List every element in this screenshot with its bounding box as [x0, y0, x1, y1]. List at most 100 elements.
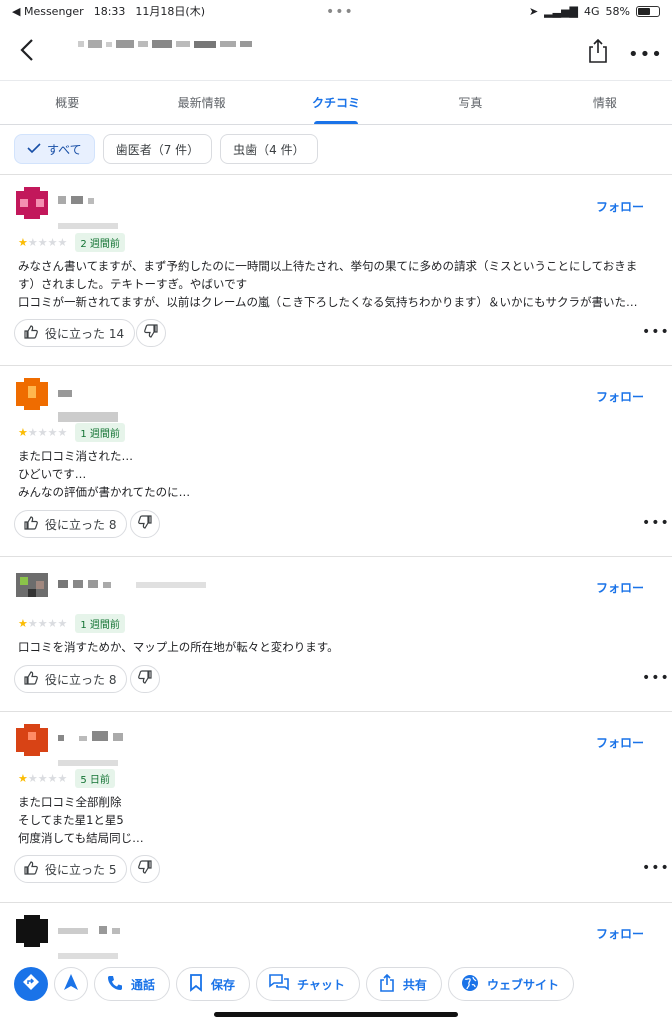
multitask-dots[interactable]: ••• — [326, 4, 354, 20]
status-date: 11月18日(木) — [135, 5, 205, 18]
review-text-line: す）されました。テキトーすぎ。やばいです — [18, 277, 248, 291]
share-button[interactable]: 共有 — [365, 967, 442, 1001]
filter-chips: すべて 歯医者（7 件） 虫歯（4 件） — [14, 134, 318, 164]
review-more-icon[interactable]: ••• — [642, 670, 670, 686]
bookmark-icon — [189, 973, 203, 995]
battery-percent: 58% — [605, 4, 630, 18]
review-date: 1 週間前 — [75, 614, 125, 633]
tab-bar: 概要 最新情報 クチコミ 写真 情報 — [0, 80, 672, 125]
tab-updates[interactable]: 最新情報 — [134, 81, 268, 124]
reviewer-avatar[interactable] — [16, 187, 48, 219]
follow-button[interactable]: フォロー — [596, 734, 644, 751]
review-date: 2 週間前 — [75, 233, 125, 252]
thumbs-down-button[interactable] — [130, 665, 160, 693]
navigation-arrow-icon — [63, 973, 79, 995]
review-card: フォロー ★★★★★ 2 週間前 みなさん書いてますが、まず予約したのに一時間以… — [0, 175, 672, 365]
thumbs-up-icon — [23, 860, 39, 879]
review-text-line: また口コミ消された… — [18, 449, 133, 463]
thumbs-down-button[interactable] — [130, 855, 160, 883]
navigate-button[interactable] — [54, 967, 88, 1001]
more-options-icon[interactable]: ••• — [628, 44, 663, 65]
tab-info[interactable]: 情報 — [538, 81, 672, 124]
network-label: 4G — [584, 4, 600, 18]
helpful-button[interactable]: 役に立った 14 — [14, 319, 136, 347]
helpful-count: 役に立った 8 — [45, 517, 117, 532]
check-icon — [27, 142, 41, 157]
helpful-count: 役に立った 8 — [45, 672, 117, 687]
place-title-redacted — [78, 40, 252, 48]
helpful-count: 役に立った 14 — [45, 326, 125, 341]
reviewer-name-redacted — [58, 189, 118, 233]
review-card: フォロー — [0, 903, 672, 959]
review-rating: ★★★★★ 1 週間前 — [18, 614, 125, 633]
chat-button[interactable]: チャット — [256, 967, 360, 1001]
call-button[interactable]: 通話 — [94, 967, 171, 1001]
review-rating: ★★★★★ 2 週間前 — [18, 233, 125, 252]
tab-photos[interactable]: 写真 — [403, 81, 537, 124]
directions-button[interactable] — [14, 967, 48, 1001]
thumbs-down-button[interactable] — [136, 319, 166, 347]
tab-overview[interactable]: 概要 — [0, 81, 134, 124]
reviewer-name-redacted — [58, 919, 121, 959]
follow-button[interactable]: フォロー — [596, 925, 644, 942]
globe-icon — [461, 974, 479, 995]
filter-chip-label: すべて — [47, 142, 82, 157]
location-icon: ➤ — [528, 4, 539, 18]
thumbs-down-icon — [137, 669, 153, 689]
review-card: フォロー ★★★★★ 1 週間前 口コミを消すためか、マップ上の所在地が転々と変… — [0, 557, 672, 711]
review-text-line: 口コミを消すためか、マップ上の所在地が転々と変わります。 — [18, 640, 339, 654]
review-more-icon[interactable]: ••• — [642, 860, 670, 876]
reviewer-avatar[interactable] — [16, 569, 48, 601]
thumbs-down-icon — [137, 514, 153, 534]
review-card: フォロー ★★★★★ 1 週間前 また口コミ消された… ひどいです… みんなの評… — [0, 366, 672, 556]
status-bar: ◀ Messenger 18:33 11月18日(木) ••• ➤ ▂▃▅▇ 4… — [0, 0, 672, 22]
review-card: フォロー ★★★★★ 5 日前 また口コミ全部削除 そしてまた星1と星5 何度消… — [0, 712, 672, 902]
star-rating-icon: ★★★★★ — [18, 236, 68, 249]
star-rating-icon: ★★★★★ — [18, 426, 68, 439]
reviewer-avatar[interactable] — [16, 724, 48, 756]
back-arrow-icon[interactable] — [16, 34, 40, 66]
follow-button[interactable]: フォロー — [596, 388, 644, 405]
share-icon — [379, 973, 395, 995]
save-button[interactable]: 保存 — [176, 967, 251, 1001]
signal-icon: ▂▃▅▇ — [544, 4, 579, 18]
review-more-icon[interactable]: ••• — [642, 515, 670, 531]
battery-icon — [636, 5, 660, 17]
follow-button[interactable]: フォロー — [596, 579, 644, 596]
save-label: 保存 — [211, 977, 236, 992]
website-label: ウェブサイト — [486, 977, 559, 992]
phone-icon — [107, 975, 123, 994]
call-label: 通話 — [131, 977, 156, 992]
thumbs-down-icon — [143, 323, 159, 343]
status-time: 18:33 — [93, 4, 126, 18]
review-text-line: みなさん書いてますが、まず予約したのに一時間以上待たされ、挙句の果てに多めの請求… — [18, 259, 638, 273]
review-date: 1 週間前 — [75, 423, 125, 442]
chat-icon — [269, 973, 289, 995]
helpful-button[interactable]: 役に立った 8 — [14, 665, 128, 693]
thumbs-down-button[interactable] — [130, 510, 160, 538]
directions-icon — [22, 973, 40, 995]
reviewer-avatar[interactable] — [16, 915, 48, 947]
star-rating-icon: ★★★★★ — [18, 617, 68, 630]
helpful-button[interactable]: 役に立った 8 — [14, 510, 128, 538]
reviewer-name-redacted — [58, 382, 118, 426]
star-rating-icon: ★★★★★ — [18, 772, 68, 785]
home-indicator[interactable] — [214, 1012, 458, 1017]
back-to-app[interactable]: ◀ Messenger — [12, 5, 84, 18]
review-rating: ★★★★★ 5 日前 — [18, 769, 115, 788]
reviewer-avatar[interactable] — [16, 378, 48, 410]
website-button[interactable]: ウェブサイト — [447, 967, 574, 1001]
helpful-button[interactable]: 役に立った 5 — [14, 855, 128, 883]
follow-button[interactable]: フォロー — [596, 198, 644, 215]
filter-chip-dentist[interactable]: 歯医者（7 件） — [102, 134, 213, 164]
tab-reviews[interactable]: クチコミ — [269, 81, 403, 124]
thumbs-down-icon — [137, 859, 153, 879]
filter-chip-cavity[interactable]: 虫歯（4 件） — [220, 134, 318, 164]
share-icon[interactable] — [586, 38, 610, 64]
review-text-line: 何度消しても結局同じ… — [18, 831, 144, 845]
filter-chip-all[interactable]: すべて — [14, 134, 95, 164]
bottom-action-bar: 通話 保存 チャット 共有 ウェブサイト — [0, 962, 672, 1006]
reviewer-name-redacted — [58, 726, 124, 770]
helpful-count: 役に立った 5 — [45, 862, 117, 877]
review-more-icon[interactable]: ••• — [642, 324, 670, 340]
